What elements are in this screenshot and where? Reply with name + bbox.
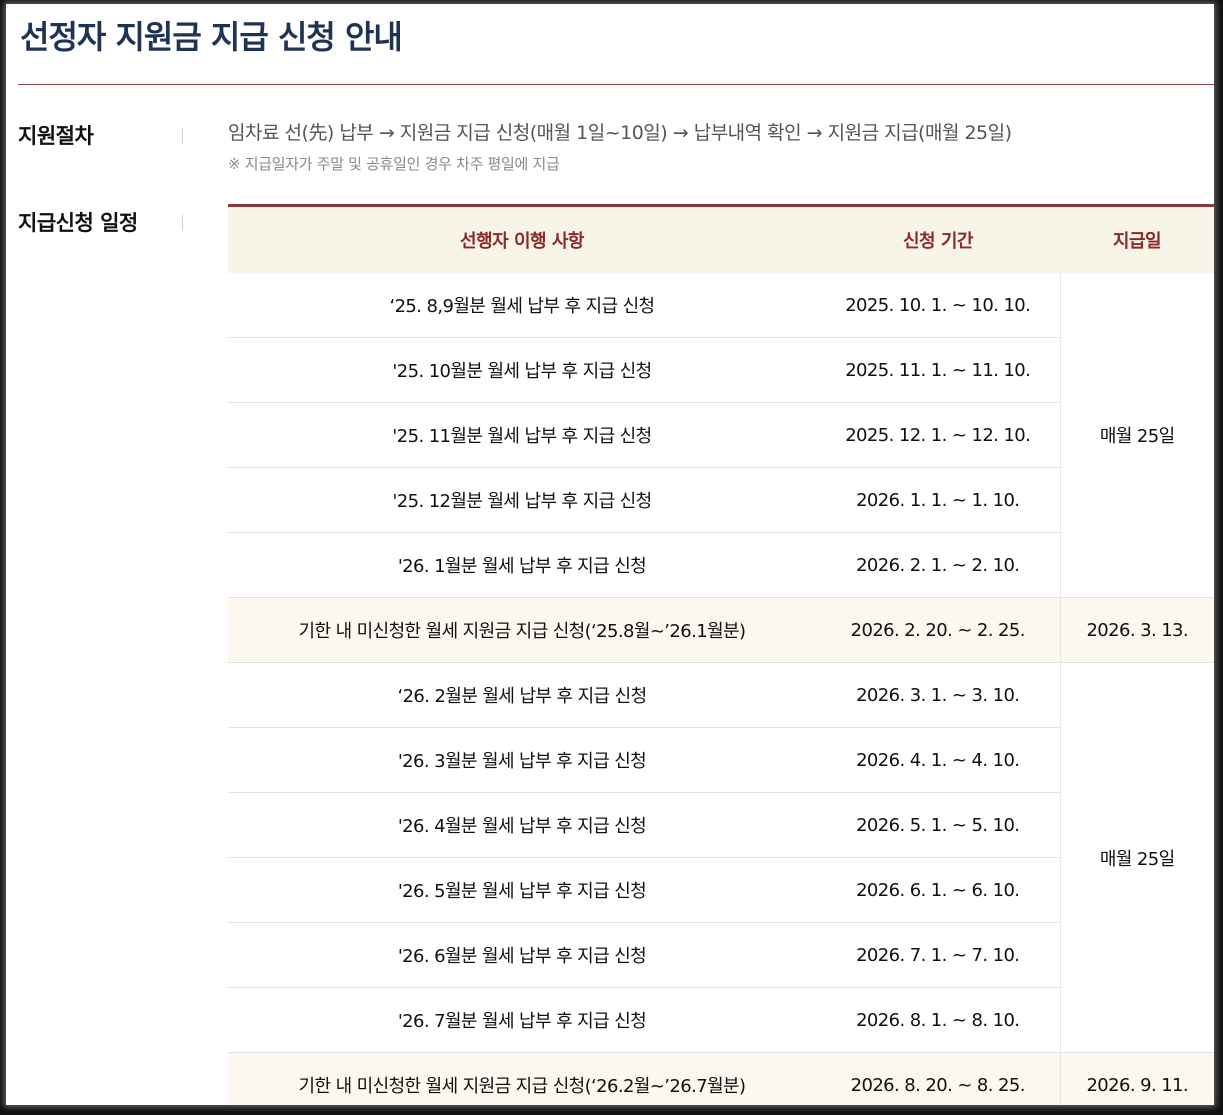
row-item: ‘26. 2월분 월세 납부 후 지급 신청 (228, 662, 816, 728)
row-item: '25. 10월분 월세 납부 후 지급 신청 (228, 337, 816, 403)
row-item: '26. 7월분 월세 납부 후 지급 신청 (228, 987, 816, 1053)
row-item: '26. 3월분 월세 납부 후 지급 신청 (228, 727, 816, 793)
schedule-table: 선행자 이행 사항 신청 기간 지급일 ‘25. 8,9월분 월세 납부 후 지… (228, 204, 1214, 1105)
row-period: 2026. 7. 1. ~ 7. 10. (816, 922, 1060, 988)
row-item: '26. 6월분 월세 납부 후 지급 신청 (228, 922, 816, 988)
table-row: ‘26. 2월분 월세 납부 후 지급 신청 2026. 3. 1. ~ 3. … (228, 662, 1214, 1053)
row-period: 2025. 10. 1. ~ 10. 10. (816, 273, 1060, 338)
row-period: 2026. 6. 1. ~ 6. 10. (816, 857, 1060, 923)
table-row: ‘25. 8,9월분 월세 납부 후 지급 신청 2025. 10. 1. ~ … (228, 273, 1214, 598)
row-item: ‘25. 8,9월분 월세 납부 후 지급 신청 (228, 273, 816, 338)
row-period: 2025. 11. 1. ~ 11. 10. (816, 337, 1060, 403)
row-period: 2026. 2. 1. ~ 2. 10. (816, 532, 1060, 598)
row-pay-date: 2026. 3. 13. (1059, 597, 1214, 663)
row-item: 기한 내 미신청한 월세 지원금 지급 신청(‘26.2월~’26.7월분) (228, 1052, 816, 1105)
row-period: 2026. 5. 1. ~ 5. 10. (816, 792, 1060, 858)
row-period: 2026. 3. 1. ~ 3. 10. (816, 662, 1060, 728)
pay-date-monthly: 매월 25일 (1059, 273, 1214, 598)
schedule-label-divider (182, 215, 183, 231)
row-item: 기한 내 미신청한 월세 지원금 지급 신청(‘25.8월~’26.1월분) (228, 597, 816, 663)
row-period: 2026. 2. 20. ~ 2. 25. (816, 597, 1060, 663)
procedure-steps: 임차료 선(先) 납부 → 지원금 지급 신청(매월 1일~10일) → 납부내… (228, 122, 1012, 144)
header-period: 신청 기간 (816, 205, 1060, 273)
table-header-row: 선행자 이행 사항 신청 기간 지급일 (228, 205, 1214, 273)
title-divider (18, 84, 1214, 85)
table-row-late-application: 기한 내 미신청한 월세 지원금 지급 신청(‘26.2월~’26.7월분) 2… (228, 1052, 1214, 1105)
procedure-label: 지원절차 (18, 124, 94, 148)
row-period: 2025. 12. 1. ~ 12. 10. (816, 402, 1060, 468)
row-item: '25. 12월분 월세 납부 후 지급 신청 (228, 467, 816, 533)
procedure-label-divider (182, 128, 183, 144)
row-pay-date: 2026. 9. 11. (1059, 1052, 1214, 1105)
header-pay-date: 지급일 (1060, 205, 1214, 273)
page-title: 선정자 지원금 지급 신청 안내 (20, 18, 403, 56)
row-item: '26. 1월분 월세 납부 후 지급 신청 (228, 532, 816, 598)
schedule-label: 지급신청 일정 (18, 211, 138, 235)
row-item: '25. 11월분 월세 납부 후 지급 신청 (228, 402, 816, 468)
header-item: 선행자 이행 사항 (228, 205, 816, 273)
row-period: 2026. 8. 1. ~ 8. 10. (816, 987, 1060, 1053)
page-container: 선정자 지원금 지급 신청 안내 지원절차 임차료 선(先) 납부 → 지원금 … (6, 4, 1214, 1105)
row-period: 2026. 1. 1. ~ 1. 10. (816, 467, 1060, 533)
pay-date-monthly: 매월 25일 (1059, 662, 1214, 1053)
procedure-note: ※ 지급일자가 주말 및 공휴일인 경우 차주 평일에 지급 (228, 155, 560, 173)
row-item: '26. 4월분 월세 납부 후 지급 신청 (228, 792, 816, 858)
table-row-late-application: 기한 내 미신청한 월세 지원금 지급 신청(‘25.8월~’26.1월분) 2… (228, 597, 1214, 663)
row-period: 2026. 8. 20. ~ 8. 25. (816, 1052, 1060, 1105)
row-period: 2026. 4. 1. ~ 4. 10. (816, 727, 1060, 793)
row-item: '26. 5월분 월세 납부 후 지급 신청 (228, 857, 816, 923)
